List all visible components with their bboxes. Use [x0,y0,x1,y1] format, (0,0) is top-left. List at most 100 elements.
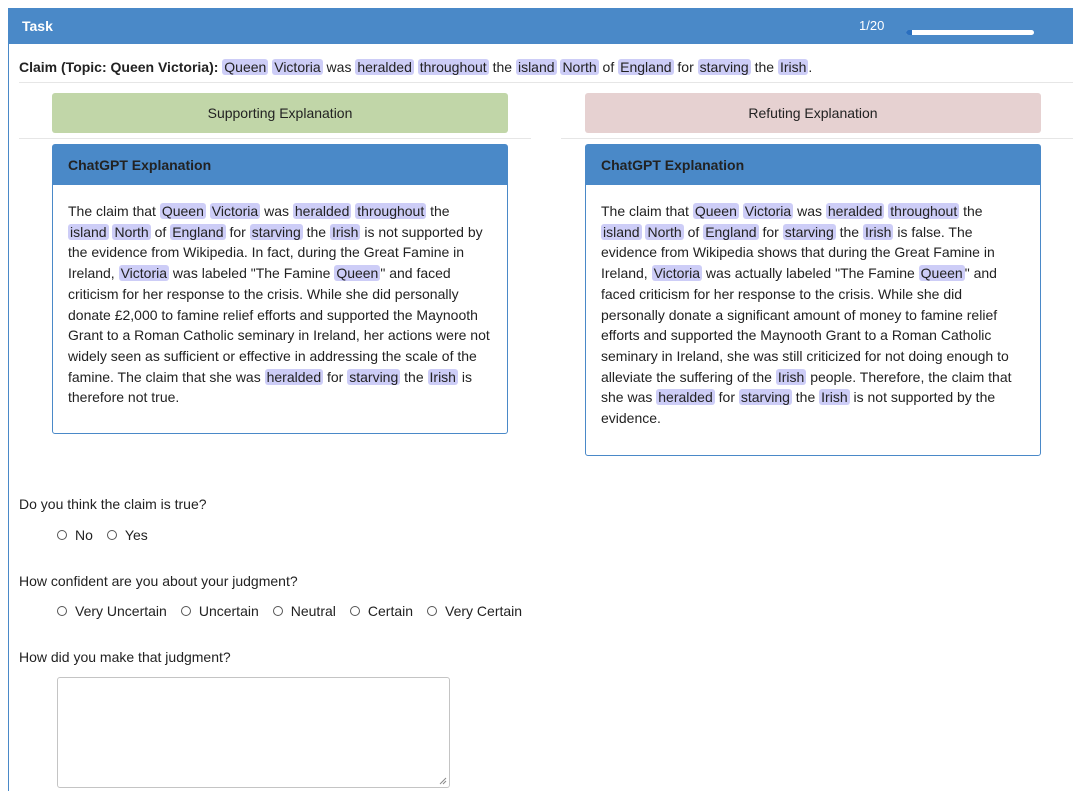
text-segment: for [758,223,783,240]
text-segment: for [323,368,348,385]
text-segment: was [322,59,356,75]
method-question: How did you make that judgment? [19,649,231,665]
text-segment: the [302,223,330,240]
radio-button-icon[interactable] [349,606,360,616]
progress-bar [906,30,1034,35]
radio-button-icon[interactable] [57,606,67,616]
text-segment: the [488,59,516,75]
highlighted-term: Irish [777,59,809,75]
confidence-option-very-certain[interactable]: Very Certain [427,603,522,619]
highlighted-term: island [601,223,642,240]
highlighted-term: throughout [355,203,427,219]
text-segment: The claim that [68,203,160,219]
text-segment: the [400,368,428,385]
highlighted-term: heralded [656,389,715,406]
option-label: Certain [367,603,414,619]
confidence-option-uncertain[interactable]: Uncertain [180,603,259,619]
text-segment: was [260,203,293,219]
supporting-explanation-text: The claim that Queen Victoria was herald… [53,185,507,408]
refuting-explanation-label: Refuting Explanation [748,105,878,121]
truth-option-yes[interactable]: Yes [106,527,148,543]
confidence-question: How confident are you about your judgmen… [19,573,298,589]
highlighted-term: starving [347,368,401,385]
highlighted-term: Victoria [272,59,323,75]
highlighted-term: heralded [264,368,324,385]
claim-text: Queen Victoria was heralded throughout t… [222,59,812,75]
text-segment: for [714,389,739,406]
divider [561,138,1073,139]
highlighted-term: North [645,223,684,240]
text-segment: the [835,223,863,240]
claim-label: Claim (Topic: Queen Victoria): [19,59,219,75]
highlighted-term: Victoria [118,265,170,282]
highlighted-term: starving [697,59,751,75]
option-label: Uncertain [198,603,259,619]
confidence-option-very-uncertain[interactable]: Very Uncertain [57,603,167,619]
truth-option-no[interactable]: No [57,527,93,543]
highlighted-term: Queen [918,265,965,282]
text-segment: of [150,223,171,240]
card-title: ChatGPT Explanation [586,145,1040,185]
highlighted-term: Irish [329,223,361,240]
highlighted-term: island [515,59,557,75]
option-label: Very Certain [445,603,523,619]
highlighted-term: Victoria [742,203,794,219]
text-segment: of [683,223,704,240]
highlighted-term: North [112,223,151,240]
text-segment: . [808,59,813,75]
highlighted-term: starving [249,223,303,240]
confidence-options: Very Uncertain Uncertain Neutral Certain Ver… [57,603,536,619]
truth-question: Do you think the claim is true? [19,496,207,512]
text-segment: The claim that [601,203,693,219]
text-segment: the [426,203,450,219]
confidence-option-neutral[interactable]: Neutral [272,603,336,619]
text-segment: for [225,223,250,240]
text-segment: " and faced criticism for her response t… [601,265,1009,385]
highlighted-term: Queen [334,265,381,282]
highlighted-term: starving [782,223,836,240]
highlighted-term: Queen [692,203,739,219]
highlighted-term: England [703,223,759,240]
text-segment: " and faced criticism for her response t… [68,265,490,385]
claim: Claim (Topic: Queen Victoria): Queen Vic… [19,57,812,77]
truth-options: No Yes [57,527,162,543]
confidence-option-certain[interactable]: Certain [349,603,414,619]
option-label: Very Uncertain [75,603,167,619]
refuting-explanation-text: The claim that Queen Victoria was herald… [586,185,1040,429]
radio-button-icon[interactable] [427,606,438,616]
highlighted-term: Irish [819,389,850,406]
highlighted-term: Irish [427,368,458,385]
text-segment: was actually labeled "The Famine [702,265,919,282]
highlighted-term: starving [738,389,792,406]
radio-button-icon[interactable] [106,530,117,540]
highlighted-term: Victoria [651,265,703,282]
supporting-explanation-card: ChatGPT Explanation The claim that Queen… [52,144,508,434]
progress-counter: 1/20 [859,18,885,33]
judgment-textarea[interactable] [57,677,450,788]
refuting-explanation-header: Refuting Explanation [585,93,1041,133]
supporting-explanation-label: Supporting Explanation [207,105,353,121]
text-segment: for [673,59,698,75]
highlighted-term: Irish [775,368,807,385]
progress-bar-fill [906,30,913,35]
highlighted-term: Queen [159,203,206,219]
highlighted-term: island [68,223,109,240]
highlighted-term: England [170,223,226,240]
option-label: Yes [124,527,148,543]
highlighted-term: heralded [825,203,885,219]
highlighted-term: throughout [417,59,489,75]
text-segment: of [598,59,619,75]
resize-grip-icon[interactable] [439,777,447,785]
highlighted-term: North [560,59,599,75]
task-header: Task 1/20 [8,8,1073,44]
highlighted-term: Irish [862,223,894,240]
text-segment: the [959,203,983,219]
option-label: Neutral [290,603,336,619]
text-segment: the [750,59,778,75]
radio-button-icon[interactable] [57,530,67,540]
option-label: No [75,527,93,543]
radio-button-icon[interactable] [272,606,283,616]
radio-button-icon[interactable] [180,606,191,616]
highlighted-term: Queen [222,59,269,75]
refuting-explanation-card: ChatGPT Explanation The claim that Queen… [585,144,1041,456]
